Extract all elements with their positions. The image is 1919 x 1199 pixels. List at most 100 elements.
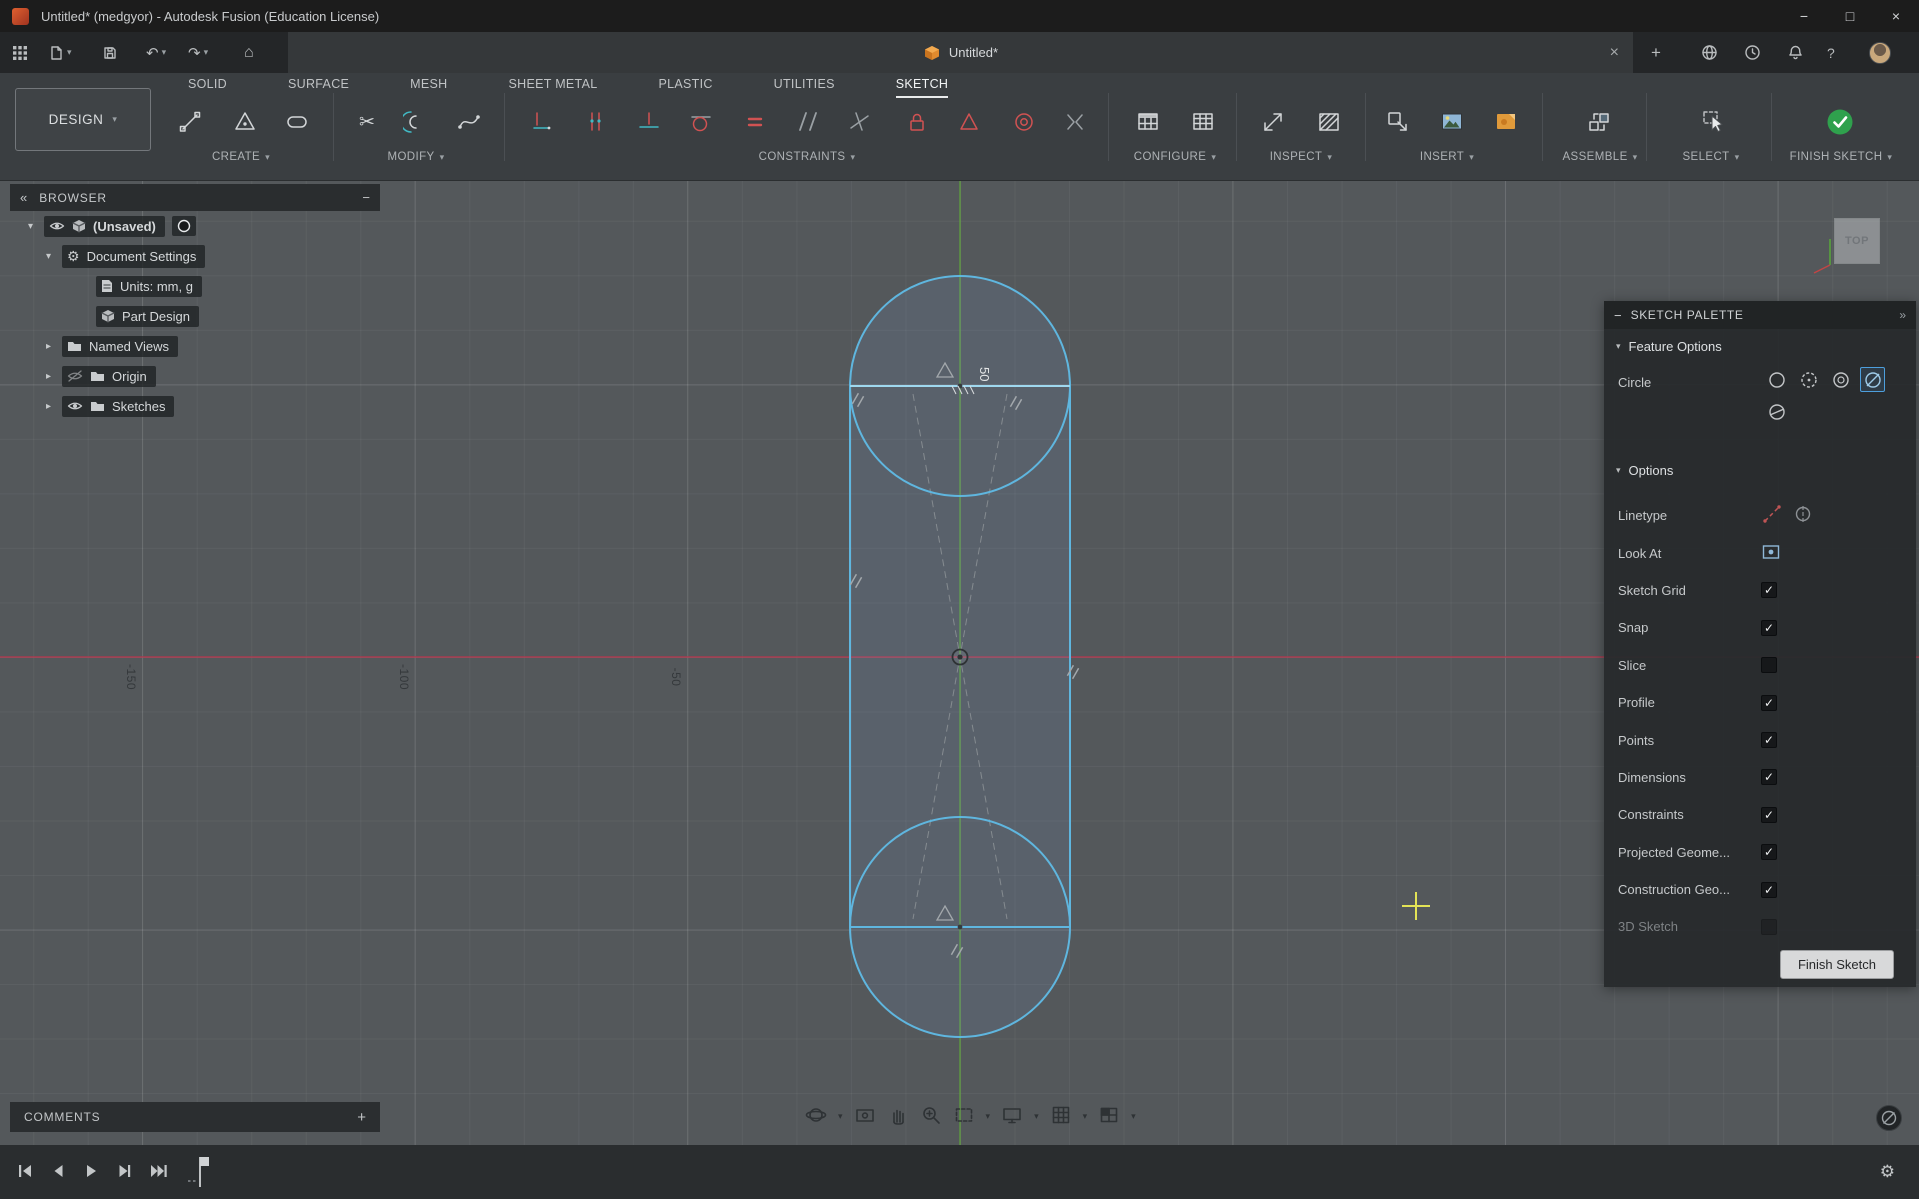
construction-geometry-checkbox[interactable]: ✓ <box>1761 881 1777 898</box>
3-point-circle-icon[interactable] <box>1828 367 1853 392</box>
browser-row-document-settings[interactable]: ▾ ⚙ Document Settings <box>10 241 380 271</box>
sketch-grid-checkbox[interactable]: ✓ <box>1761 582 1777 599</box>
caret-down-icon[interactable]: ▾ <box>42 251 55 262</box>
window-minimize-button[interactable]: − <box>1781 0 1827 32</box>
redo-button[interactable]: ↷ ▾ <box>188 32 208 73</box>
measure-tool-icon[interactable] <box>1258 107 1288 137</box>
select-group-dropdown[interactable]: SELECT ▾ <box>1682 151 1739 163</box>
tab-sheet-metal[interactable]: SHEET METAL <box>508 73 597 98</box>
new-component-icon[interactable] <box>1584 107 1614 137</box>
2-point-circle-icon[interactable] <box>1796 367 1821 392</box>
assemble-group-dropdown[interactable]: ASSEMBLE ▾ <box>1562 151 1637 163</box>
constraint-symmetry-icon[interactable] <box>1060 107 1090 137</box>
construction-linetype-icon[interactable] <box>1761 503 1783 528</box>
constraint-coincident-icon[interactable] <box>581 107 611 137</box>
help-icon[interactable]: ? <box>1827 32 1835 73</box>
profile-checkbox[interactable]: ✓ <box>1761 694 1777 711</box>
pan-hand-icon[interactable] <box>887 1104 909 1129</box>
constraints-group-dropdown[interactable]: CONSTRAINTS ▾ <box>759 151 856 163</box>
tab-utilities[interactable]: UTILITIES <box>774 73 835 98</box>
constraints-checkbox[interactable]: ✓ <box>1761 806 1777 823</box>
minimize-panel-icon[interactable]: − <box>1614 308 1622 323</box>
step-back-icon[interactable] <box>49 1162 67 1183</box>
browser-row-origin[interactable]: ▸ Origin <box>10 361 380 391</box>
select-tool-icon[interactable] <box>1699 107 1729 137</box>
constraint-fix-icon[interactable] <box>954 107 984 137</box>
insert-decal-icon[interactable] <box>1491 107 1521 137</box>
finish-sketch-button[interactable] <box>1823 105 1857 139</box>
polygon-tool-icon[interactable] <box>230 107 260 137</box>
collapse-panel-icon[interactable]: « <box>20 190 27 205</box>
user-avatar[interactable] <box>1869 32 1891 73</box>
undo-button[interactable]: ↶ ▾ <box>146 32 166 73</box>
step-forward-icon[interactable] <box>115 1162 133 1183</box>
caret-down-icon[interactable]: ▾ <box>986 1111 991 1122</box>
insert-canvas-image-icon[interactable] <box>1437 107 1467 137</box>
finish-sketch-palette-button[interactable]: Finish Sketch <box>1779 950 1894 979</box>
caret-right-icon[interactable]: ▸ <box>42 341 55 352</box>
extensions-globe-icon[interactable] <box>1701 32 1718 73</box>
caret-down-icon[interactable]: ▾ <box>1034 1111 1039 1122</box>
display-settings-icon[interactable] <box>1001 1104 1023 1129</box>
caret-down-icon[interactable]: ▾ <box>1131 1111 1136 1122</box>
zoom-icon[interactable] <box>920 1104 942 1129</box>
slice-checkbox[interactable]: ✓ <box>1761 657 1777 674</box>
caret-right-icon[interactable]: ▸ <box>42 401 55 412</box>
offset-tool-icon[interactable] <box>401 107 431 137</box>
constraint-collinear-icon[interactable] <box>634 107 664 137</box>
configure-group-dropdown[interactable]: CONFIGURE ▾ <box>1134 151 1217 163</box>
window-close-button[interactable]: × <box>1873 0 1919 32</box>
feature-options-section-header[interactable]: ▾ Feature Options <box>1604 329 1916 363</box>
file-menu-button[interactable]: ▾ <box>48 32 72 73</box>
finish-sketch-group-dropdown[interactable]: FINISH SKETCH ▾ <box>1790 151 1893 163</box>
configure-tool-icon[interactable] <box>1133 107 1163 137</box>
browser-row-part-design[interactable]: Part Design <box>10 301 380 331</box>
document-name[interactable]: (Unsaved) <box>93 219 156 234</box>
centerline-linetype-icon[interactable] <box>1792 503 1814 528</box>
sketch-grid-toggle-icon[interactable] <box>1876 1105 1902 1131</box>
insert-group-dropdown[interactable]: INSERT ▾ <box>1420 151 1474 163</box>
save-button[interactable] <box>102 32 118 73</box>
inspect-group-dropdown[interactable]: INSPECT ▾ <box>1270 151 1333 163</box>
slot-tool-icon[interactable] <box>282 107 312 137</box>
constraint-tangent-icon[interactable] <box>686 107 716 137</box>
window-maximize-button[interactable]: □ <box>1827 0 1873 32</box>
configuration-table-icon[interactable] <box>1188 107 1218 137</box>
skip-to-end-icon[interactable] <box>148 1162 168 1183</box>
center-diameter-circle-icon[interactable] <box>1764 367 1789 392</box>
3-tangent-circle-icon[interactable] <box>1764 399 1789 424</box>
modify-group-dropdown[interactable]: MODIFY ▾ <box>387 151 444 163</box>
viewports-icon[interactable] <box>1098 1104 1120 1129</box>
add-comment-icon[interactable]: + <box>357 1109 366 1126</box>
visibility-eye-icon[interactable] <box>67 400 83 412</box>
projected-geometry-checkbox[interactable]: ✓ <box>1761 844 1777 861</box>
visibility-off-eye-icon[interactable] <box>67 370 83 382</box>
section-analysis-icon[interactable] <box>1314 107 1344 137</box>
tab-plastic[interactable]: PLASTIC <box>658 73 712 98</box>
spline-tool-icon[interactable] <box>454 107 484 137</box>
constraint-equal-icon[interactable] <box>740 107 770 137</box>
job-status-icon[interactable] <box>1744 32 1761 73</box>
snap-checkbox[interactable]: ✓ <box>1761 619 1777 636</box>
constraint-lock-icon[interactable] <box>902 107 932 137</box>
browser-row-units[interactable]: Units: mm, g <box>10 271 380 301</box>
fit-view-icon[interactable] <box>953 1104 975 1129</box>
visibility-eye-icon[interactable] <box>49 220 65 232</box>
tab-surface[interactable]: SURFACE <box>288 73 349 98</box>
points-checkbox[interactable]: ✓ <box>1761 732 1777 749</box>
play-icon[interactable] <box>82 1162 100 1183</box>
dimensions-checkbox[interactable]: ✓ <box>1761 769 1777 786</box>
timeline-marker[interactable] <box>186 1151 214 1194</box>
notifications-bell-icon[interactable] <box>1787 32 1804 73</box>
app-grid-icon[interactable] <box>12 32 28 73</box>
caret-down-icon[interactable]: ▾ <box>838 1111 843 1122</box>
orbit-icon[interactable] <box>805 1104 827 1129</box>
line-tool-icon[interactable] <box>175 107 205 137</box>
comments-bar[interactable]: COMMENTS + <box>10 1102 380 1132</box>
skip-to-start-icon[interactable] <box>16 1162 34 1183</box>
home-view-button[interactable]: ⌂ <box>244 32 254 73</box>
document-tab-label[interactable]: Untitled* <box>949 45 998 60</box>
options-section-header[interactable]: ▾ Options <box>1604 453 1916 487</box>
viewcube[interactable]: TOP <box>1834 218 1880 264</box>
browser-row-sketches[interactable]: ▸ Sketches <box>10 391 380 421</box>
